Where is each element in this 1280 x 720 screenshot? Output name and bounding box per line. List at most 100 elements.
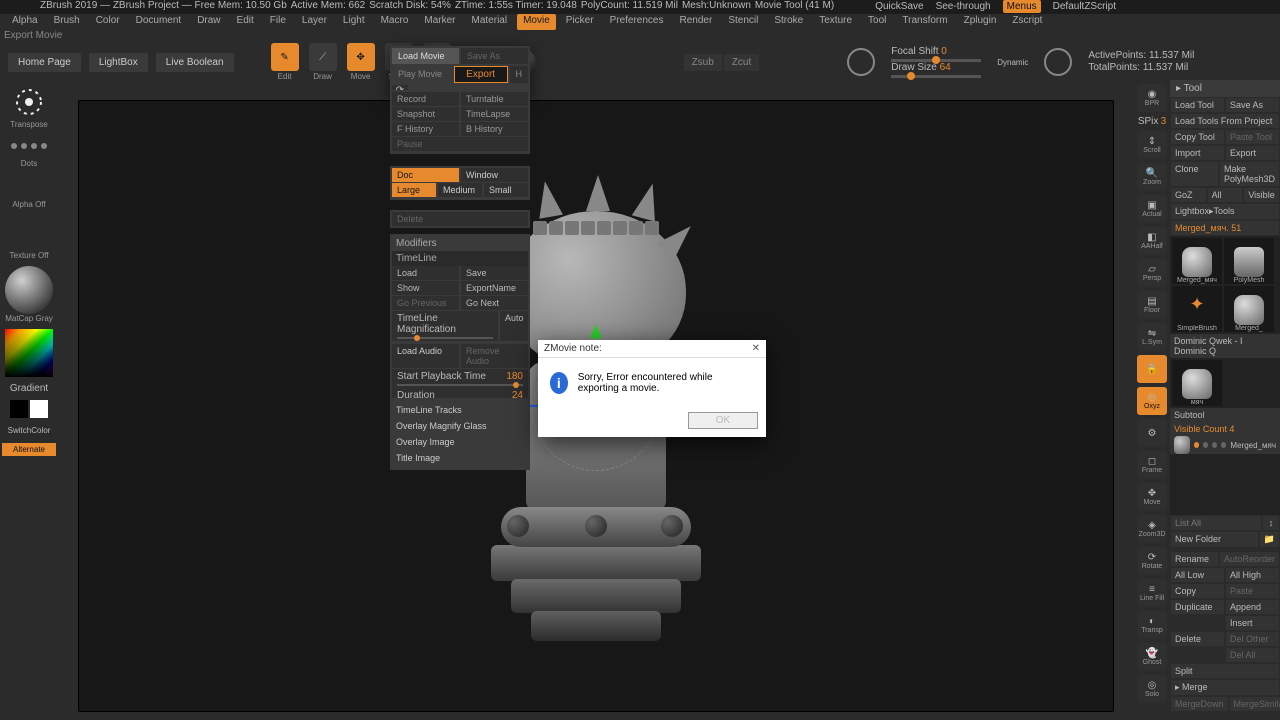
large-button[interactable]: Large <box>392 183 436 197</box>
menu-movie[interactable]: Movie <box>517 14 556 30</box>
focal-shift-slider[interactable]: Focal Shift 0 <box>891 46 981 62</box>
lightbox-tools-button[interactable]: Lightbox▸Tools <box>1170 203 1280 220</box>
load-from-project-button[interactable]: Load Tools From Project <box>1170 113 1280 129</box>
duplicate-button[interactable]: Duplicate <box>1170 599 1225 615</box>
window-button[interactable]: Window <box>461 168 528 182</box>
menu-marker[interactable]: Marker <box>418 14 461 30</box>
menu-texture[interactable]: Texture <box>813 14 858 30</box>
dialog-close-icon[interactable]: ✕ <box>752 343 760 354</box>
menu-file[interactable]: File <box>264 14 292 30</box>
dynamic-toggle[interactable]: Dynamic <box>997 58 1028 67</box>
import-button[interactable]: Import <box>1170 145 1225 161</box>
menu-picker[interactable]: Picker <box>560 14 600 30</box>
gonext-button[interactable]: Go Next <box>461 296 528 310</box>
saveas-movie-button[interactable]: Save As <box>461 48 528 64</box>
tl-save-button[interactable]: Save <box>461 266 528 280</box>
make-polymesh-button[interactable]: Make PolyMesh3D <box>1219 161 1280 187</box>
menu-macro[interactable]: Macro <box>375 14 415 30</box>
tool-thumb[interactable]: Merged_ <box>1224 286 1274 332</box>
insert-button[interactable]: Insert <box>1225 615 1280 631</box>
timelapse-button[interactable]: TimeLapse <box>461 107 528 121</box>
save-as-button[interactable]: Save As <box>1225 97 1280 113</box>
delete-subtool-button[interactable]: Delete <box>1170 631 1225 647</box>
tl-auto-button[interactable]: Auto <box>500 311 528 341</box>
subtool-item[interactable]: Merged_мяч <box>1170 436 1280 454</box>
goz-all-button[interactable]: All <box>1207 187 1244 203</box>
texture-off[interactable]: Texture Off <box>10 251 49 260</box>
overlay-image-button[interactable]: Overlay Image <box>396 434 524 450</box>
timeline-tracks-button[interactable]: TimeLine Tracks <box>396 402 524 418</box>
medium-button[interactable]: Medium <box>438 183 482 197</box>
load-audio-button[interactable]: Load Audio <box>392 344 459 368</box>
mode-draw-icon[interactable]: ⟋ <box>309 43 337 71</box>
zoom-icon[interactable]: 🔍Zoom <box>1137 163 1167 191</box>
alternate-button[interactable]: Alternate <box>2 443 56 456</box>
menu-render[interactable]: Render <box>674 14 719 30</box>
menu-color[interactable]: Color <box>90 14 126 30</box>
tab-lightbox[interactable]: LightBox <box>89 53 148 72</box>
mode-edit-icon[interactable]: ✎ <box>271 43 299 71</box>
mergedown-button[interactable]: MergeDown <box>1170 696 1229 712</box>
list-arrow-icon[interactable]: ↕ <box>1262 515 1280 531</box>
copy-subtool-button[interactable]: Copy <box>1170 583 1225 599</box>
menu-edit[interactable]: Edit <box>231 14 260 30</box>
lock-icon[interactable]: 🔒 <box>1137 355 1167 383</box>
gear-icon[interactable]: ⚙ <box>1137 419 1167 447</box>
current-tool-name[interactable]: Merged_мяч. 51 <box>1170 220 1280 236</box>
goz-visible-button[interactable]: Visible <box>1243 187 1280 203</box>
quicksave-button[interactable]: QuickSave <box>875 1 923 12</box>
scroll-icon[interactable]: ⇕Scroll <box>1137 131 1167 159</box>
focal-dial-icon[interactable] <box>847 48 875 76</box>
rename-button[interactable]: Rename <box>1170 551 1219 567</box>
alpha-off[interactable]: Alpha Off <box>12 200 45 209</box>
material-sphere-icon[interactable] <box>5 266 53 314</box>
secondary-color-swatch[interactable] <box>10 400 28 418</box>
linefill-icon[interactable]: ≡Line Fill <box>1137 579 1167 607</box>
start-playback-slider[interactable]: Start Playback Time180 <box>392 369 528 388</box>
tab-liveboolean[interactable]: Live Boolean <box>156 53 234 72</box>
autoreorder-button[interactable]: AutoReorder <box>1219 551 1280 567</box>
frame-icon[interactable]: ◻Frame <box>1137 451 1167 479</box>
transp-icon[interactable]: ◐Transp <box>1137 611 1167 639</box>
delete-movie-button[interactable]: Delete <box>392 212 528 226</box>
see-through-button[interactable]: See-through <box>936 1 991 12</box>
zoom3d-icon[interactable]: ◈Zoom3D <box>1137 515 1167 543</box>
merge-section[interactable]: ▸ Merge <box>1170 679 1280 696</box>
tl-show-button[interactable]: Show <box>392 281 459 295</box>
tool-thumb[interactable]: ✦SimpleBrush <box>1172 286 1222 332</box>
tool-thumb[interactable]: мяч <box>1172 360 1222 406</box>
mergesimilar-button[interactable]: MergeSimilar <box>1229 696 1280 712</box>
transpose-gizmo-icon[interactable] <box>11 84 47 120</box>
visibility-dot-icon[interactable] <box>1194 442 1199 448</box>
timeline-mag-slider[interactable]: TimeLine Magnification <box>392 311 498 341</box>
menu-stroke[interactable]: Stroke <box>768 14 809 30</box>
paste-tool-button[interactable]: Paste Tool <box>1225 129 1280 145</box>
overlay-magnify-button[interactable]: Overlay Magnify Glass <box>396 418 524 434</box>
brush-dots-icon[interactable] <box>4 135 54 159</box>
tl-load-button[interactable]: Load <box>392 266 459 280</box>
zcut-button[interactable]: Zcut <box>724 54 759 71</box>
ghost-icon[interactable]: 👻Ghost <box>1137 643 1167 671</box>
modifiers-header[interactable]: Modifiers <box>392 236 528 251</box>
alllow-button[interactable]: All Low <box>1170 567 1225 583</box>
snapshot-button[interactable]: Snapshot <box>392 107 459 121</box>
menu-zplugin[interactable]: Zplugin <box>958 14 1003 30</box>
persp-icon[interactable]: ▱Persp <box>1137 259 1167 287</box>
default-script[interactable]: DefaultZScript <box>1053 1 1116 12</box>
goprev-button[interactable]: Go Previous <box>392 296 459 310</box>
menu-material[interactable]: Material <box>466 14 514 30</box>
dialog-ok-button[interactable]: OK <box>688 412 758 429</box>
export-h-button[interactable]: H <box>510 66 529 83</box>
list-all-button[interactable]: List All <box>1170 515 1262 531</box>
title-image-button[interactable]: Title Image <box>396 450 524 466</box>
move-icon[interactable]: ✥Move <box>1137 483 1167 511</box>
export-button[interactable]: Export <box>1225 145 1280 161</box>
turntable-button[interactable]: Turntable <box>461 92 528 106</box>
tool-thumb[interactable]: Merged_мяч <box>1172 238 1222 284</box>
solo-icon[interactable]: ◎Solo <box>1137 675 1167 703</box>
lsym-icon[interactable]: ⇋L.Sym <box>1137 323 1167 351</box>
delall-button[interactable]: Del All <box>1225 647 1280 663</box>
small-button[interactable]: Small <box>484 183 528 197</box>
delother-button[interactable]: Del Other <box>1225 631 1280 647</box>
remove-audio-button[interactable]: Remove Audio <box>461 344 528 368</box>
